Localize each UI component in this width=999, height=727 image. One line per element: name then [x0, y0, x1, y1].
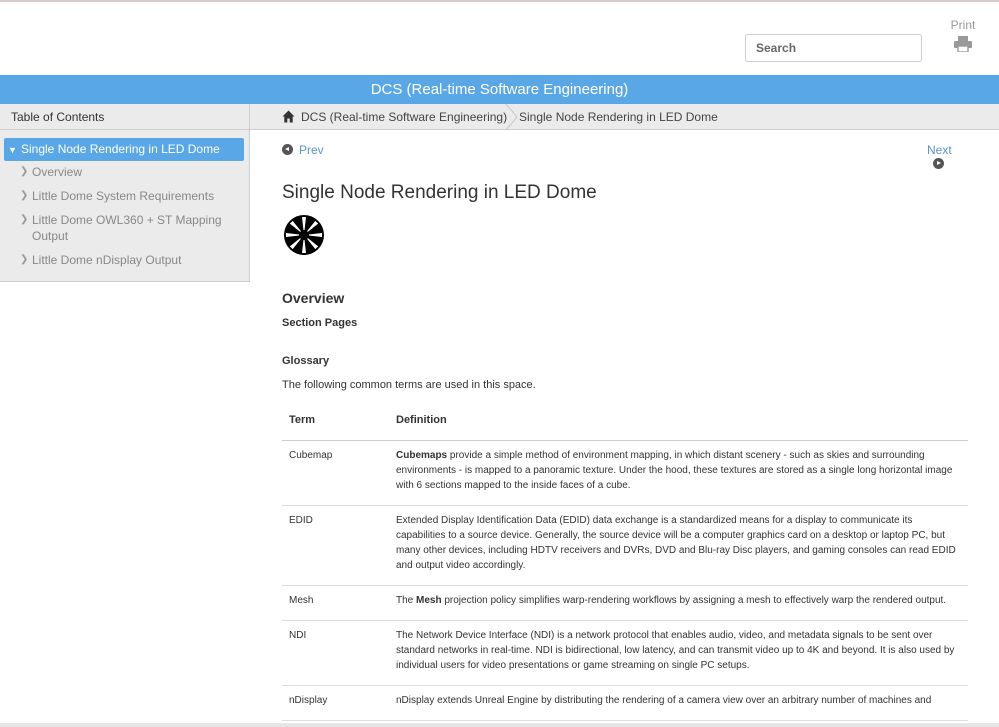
term-cell: nDisplay [282, 685, 389, 721]
toc-item-label: Little Dome nDisplay Output [32, 253, 182, 267]
space-title-bar: DCS (Real-time Software Engineering) [0, 75, 999, 104]
definition-cell: The Mesh projection policy simplifies wa… [389, 585, 968, 621]
definition-bold: Mesh [416, 594, 442, 606]
definition-pre: The [396, 594, 417, 606]
term-cell: Cubemap [282, 440, 389, 506]
print-label: Print [950, 18, 976, 32]
term-cell: EDID [282, 505, 389, 586]
term-cell: NDI [282, 620, 389, 686]
table-row: Cubemap Cubemaps provide a simple method… [282, 440, 968, 506]
toc-item-label: Little Dome System Requirements [32, 189, 215, 203]
table-row: Mesh The Mesh projection policy simplifi… [282, 585, 968, 621]
breadcrumb-parent-link[interactable]: DCS (Real-time Software Engineering) [301, 104, 507, 130]
toc-item-label: Overview [32, 165, 83, 179]
bottom-border [0, 723, 999, 727]
next-link[interactable]: Next [927, 143, 968, 171]
space-title: DCS (Real-time Software Engineering) [370, 81, 629, 98]
toc-item-active[interactable]: ▼ Single Node Rendering in LED Dome [4, 138, 244, 161]
definition-cell: The Network Device Interface (NDI) is a … [389, 620, 968, 686]
breadcrumb: DCS (Real-time Software Engineering) Sin… [250, 104, 999, 130]
definition-text: provide a simple method of environment m… [396, 449, 953, 491]
table-row: EDID Extended Display Identification Dat… [282, 505, 968, 586]
toc-header: Table of Contents [0, 104, 249, 130]
table-header-row: Term Definition [282, 400, 968, 441]
chevron-right-icon: ❯ [20, 190, 29, 201]
column-header-term: Term [282, 400, 389, 441]
glossary-table: Term Definition Cubemap Cubemaps provide… [282, 400, 968, 721]
page-title: Single Node Rendering in LED Dome [282, 182, 597, 203]
arrow-right-circle-icon [933, 158, 944, 169]
chevron-right-icon: ❯ [20, 214, 29, 225]
definition-cell: Cubemaps provide a simple method of envi… [389, 440, 968, 506]
definition-text: Extended Display Identification Data (ED… [396, 514, 956, 571]
toc-item-label: Little Dome OWL360 + ST Mapping Output [32, 213, 222, 243]
home-icon[interactable] [282, 110, 295, 123]
term-cell: Mesh [282, 585, 389, 621]
glossary-heading: Glossary [282, 355, 330, 367]
printer-icon [954, 36, 972, 52]
definition-text: projection policy simplifies warp-render… [441, 594, 947, 606]
toc-item-system-requirements[interactable]: ❯ Little Dome System Requirements [20, 188, 245, 204]
section-pages-heading: Section Pages [282, 317, 358, 329]
print-button[interactable]: Print [946, 18, 980, 52]
definition-text: The Network Device Interface (NDI) is a … [396, 629, 955, 671]
arrow-left-circle-icon [282, 144, 293, 155]
table-row: nDisplay nDisplay extends Unreal Engine … [282, 685, 968, 721]
chevron-down-icon: ▼ [8, 145, 17, 155]
definition-bold: Cubemaps [396, 449, 448, 461]
chevron-right-icon: ❯ [20, 166, 29, 177]
breadcrumb-current: Single Node Rendering in LED Dome [519, 110, 718, 124]
table-row: NDI The Network Device Interface (NDI) i… [282, 620, 968, 686]
table-of-contents: Table of Contents ▼ Single Node Rendering… [0, 104, 250, 282]
toc-item-owl360-output[interactable]: ❯ Little Dome OWL360 + ST Mapping Output [20, 212, 245, 244]
definition-cell: nDisplay extends Unreal Engine by distri… [389, 685, 968, 721]
toc-active-label: Single Node Rendering in LED Dome [21, 142, 220, 156]
toc-item-ndisplay-output[interactable]: ❯ Little Dome nDisplay Output [20, 252, 245, 268]
column-header-definition: Definition [389, 400, 968, 441]
overview-heading: Overview [282, 290, 345, 306]
toc-list: ❯ Overview ❯ Little Dome System Requirem… [20, 164, 245, 276]
definition-text: nDisplay extends Unreal Engine by distri… [396, 694, 932, 706]
search-input[interactable] [745, 34, 922, 62]
prev-label: Prev [299, 143, 324, 157]
dome-logo-icon [284, 215, 324, 255]
glossary-intro: The following common terms are used in t… [282, 379, 536, 391]
chevron-right-icon: ❯ [20, 254, 29, 265]
breadcrumb-separator [505, 104, 518, 130]
prev-link[interactable]: Prev [282, 143, 324, 157]
toc-item-overview[interactable]: ❯ Overview [20, 164, 245, 180]
next-label: Next [927, 143, 952, 157]
definition-cell: Extended Display Identification Data (ED… [389, 505, 968, 586]
top-border [0, 0, 999, 2]
